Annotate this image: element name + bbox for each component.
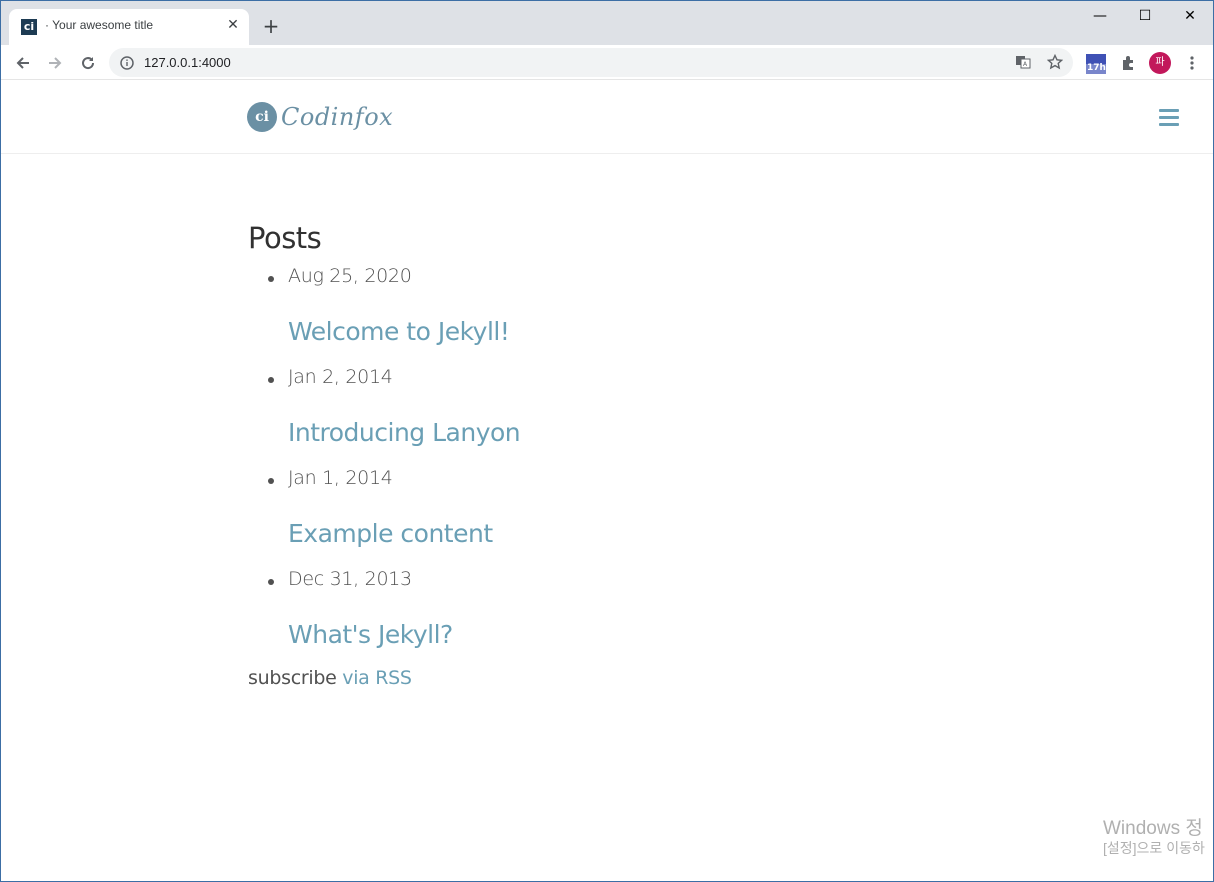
address-bar[interactable]: 127.0.0.1:4000 A — [109, 48, 1073, 77]
list-item: Jan 2, 2014 Introducing Lanyon — [248, 366, 948, 467]
post-list: Aug 25, 2020 Welcome to Jekyll! Jan 2, 2… — [248, 265, 948, 669]
post-title-link[interactable]: Welcome to Jekyll! — [288, 317, 948, 346]
translate-icon[interactable]: A — [1015, 54, 1031, 74]
bookmark-star-icon[interactable] — [1046, 53, 1064, 74]
subscribe-line: subscribe via RSS — [248, 667, 948, 689]
main-content: Posts Aug 25, 2020 Welcome to Jekyll! Ja… — [248, 221, 948, 689]
post-title-link[interactable]: What's Jekyll? — [288, 620, 948, 649]
minimize-button[interactable]: — — [1077, 1, 1123, 31]
maximize-button[interactable]: ☐ — [1122, 1, 1168, 31]
logo-text: Codinfox — [281, 103, 394, 131]
bullet-icon — [268, 579, 274, 585]
browser-toolbar: 127.0.0.1:4000 A 17h 파 — [1, 45, 1213, 80]
extensions-puzzle-icon[interactable] — [1115, 50, 1141, 76]
rss-link[interactable]: via RSS — [342, 667, 412, 689]
favicon-icon: ci — [21, 19, 37, 35]
browser-window: ci · Your awesome title ✕ + — ☐ ✕ 127.0.… — [0, 0, 1214, 882]
forward-icon[interactable] — [42, 50, 68, 76]
post-date: Jan 2, 2014 — [288, 366, 393, 388]
back-icon[interactable] — [10, 50, 36, 76]
subscribe-label: subscribe — [248, 667, 337, 689]
url-text: 127.0.0.1:4000 — [144, 55, 231, 70]
post-date: Aug 25, 2020 — [288, 265, 412, 287]
info-icon[interactable] — [120, 55, 134, 74]
more-menu-icon[interactable] — [1179, 50, 1205, 76]
close-window-button[interactable]: ✕ — [1167, 1, 1213, 31]
posts-heading: Posts — [248, 221, 322, 255]
list-item: Dec 31, 2013 What's Jekyll? — [248, 568, 948, 669]
windows-activation-subtext: [설정]으로 이동하 — [1103, 840, 1205, 856]
post-date: Jan 1, 2014 — [288, 467, 393, 489]
bullet-icon — [268, 377, 274, 383]
reload-icon[interactable] — [75, 50, 101, 76]
tab-strip: ci · Your awesome title ✕ + — ☐ ✕ — [1, 1, 1213, 45]
calendar-extension-icon[interactable]: 17h — [1085, 53, 1107, 75]
windows-activation-watermark: Windows 정 — [1103, 818, 1203, 839]
post-date: Dec 31, 2013 — [288, 568, 412, 590]
close-tab-icon[interactable]: ✕ — [225, 17, 241, 33]
browser-tab[interactable]: ci · Your awesome title ✕ — [9, 9, 249, 45]
post-title-link[interactable]: Introducing Lanyon — [288, 418, 948, 447]
new-tab-button[interactable]: + — [259, 14, 283, 38]
bullet-icon — [268, 478, 274, 484]
hamburger-menu-icon[interactable] — [1159, 109, 1181, 127]
tab-title: · Your awesome title — [45, 18, 154, 32]
extension-badge-text: 17h — [1087, 63, 1106, 73]
page-viewport: ci Codinfox Posts Aug 25, 2020 Welcome t… — [1, 81, 1213, 881]
site-masthead: ci Codinfox — [1, 81, 1213, 154]
logo-mark-icon: ci — [247, 102, 277, 132]
list-item: Aug 25, 2020 Welcome to Jekyll! — [248, 265, 948, 366]
post-title-link[interactable]: Example content — [288, 519, 948, 548]
site-logo[interactable]: ci Codinfox — [247, 102, 393, 132]
list-item: Jan 1, 2014 Example content — [248, 467, 948, 568]
bullet-icon — [268, 276, 274, 282]
profile-avatar[interactable]: 파 — [1149, 52, 1171, 74]
